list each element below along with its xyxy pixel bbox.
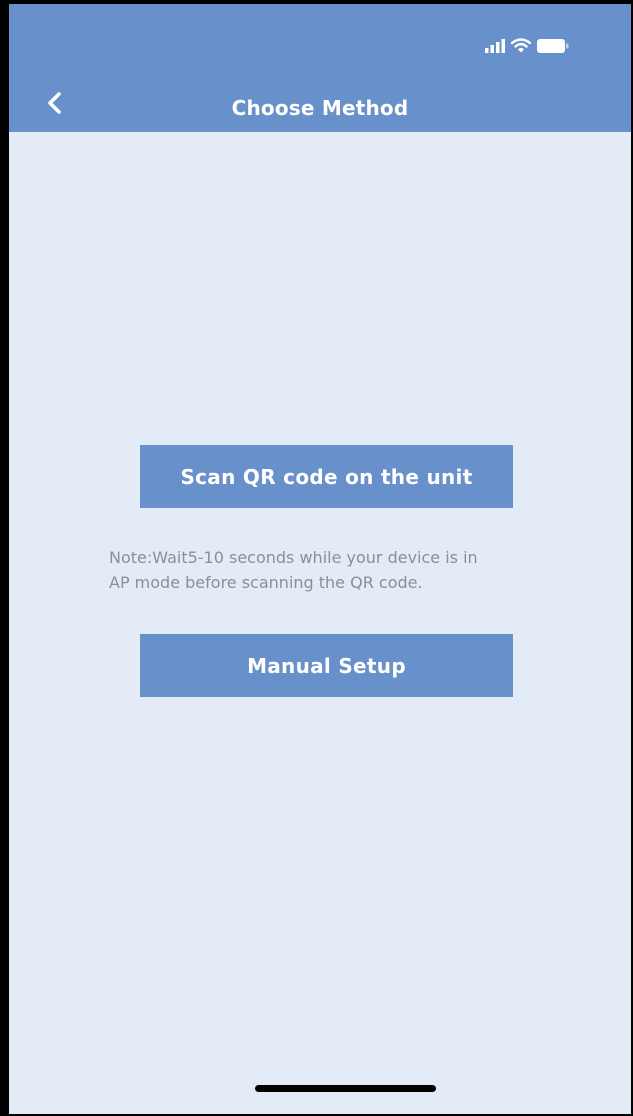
note-line-2: AP mode before scanning the QR code. [109,573,423,592]
phone-screen: Choose Method Scan QR code on the unit N… [0,0,633,1116]
signal-icon [485,38,505,53]
scan-qr-button[interactable]: Scan QR code on the unit [140,445,513,508]
note-text: Note:Wait5-10 seconds while your device … [109,545,529,595]
home-indicator[interactable] [255,1085,436,1092]
wifi-icon [511,38,531,53]
manual-setup-button[interactable]: Manual Setup [140,634,513,697]
note-line-1: Note:Wait5-10 seconds while your device … [109,548,478,567]
status-bar [485,38,569,53]
page-title: Choose Method [231,96,409,120]
header-bar: Choose Method [9,4,631,132]
battery-icon [537,38,569,53]
